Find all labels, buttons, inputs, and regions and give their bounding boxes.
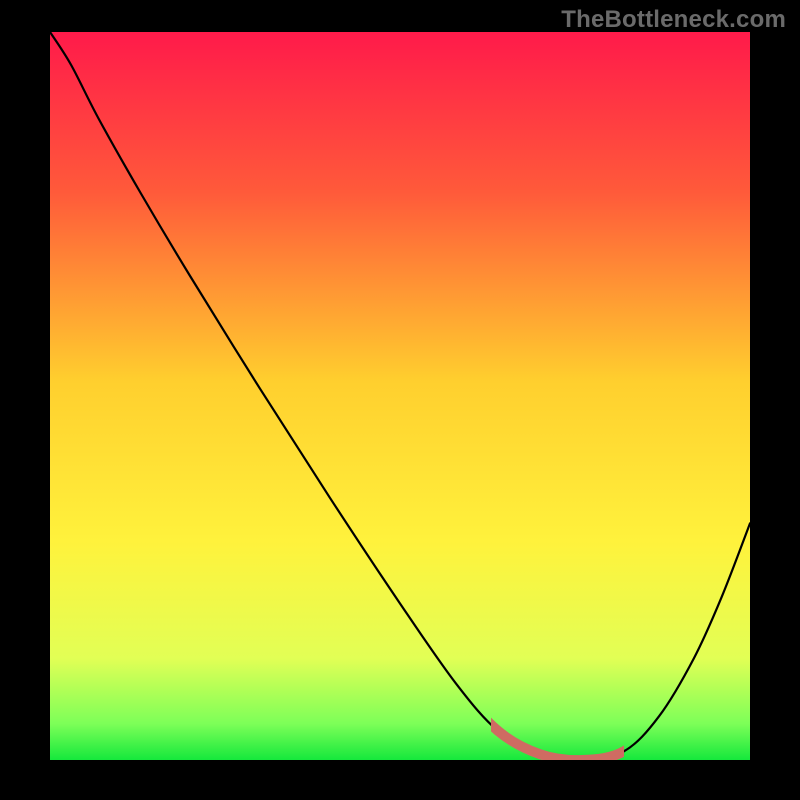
bottleneck-chart: TheBottleneck.com: [0, 0, 800, 800]
plot-svg: [0, 0, 800, 800]
gradient-background: [50, 32, 750, 760]
watermark-label: TheBottleneck.com: [561, 6, 786, 34]
